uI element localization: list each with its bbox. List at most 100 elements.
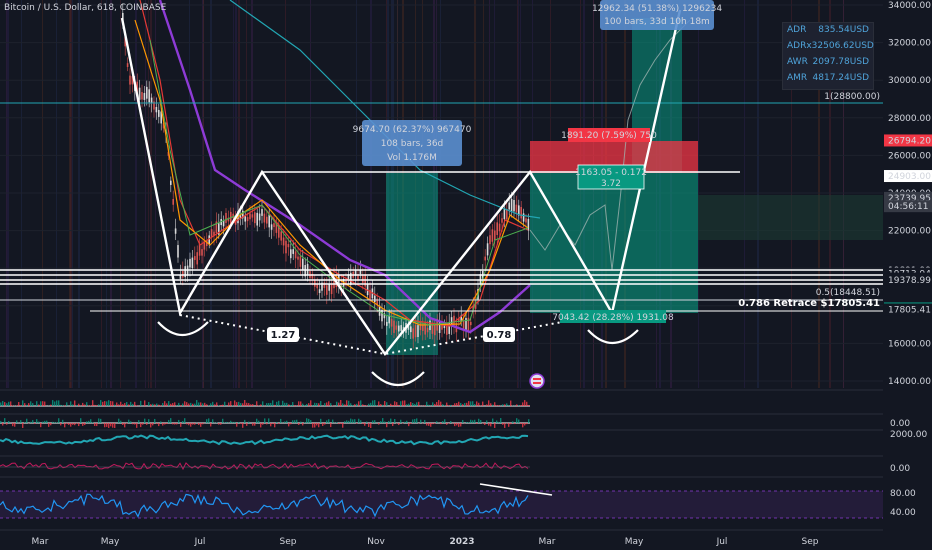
candle — [417, 325, 419, 338]
time-tick-label: May — [101, 537, 120, 547]
price-tag-label: 24903.00 — [888, 172, 931, 182]
candle — [170, 180, 172, 185]
candle — [330, 283, 333, 295]
candle — [494, 230, 496, 241]
short-position-label: 1891.20 (7.59%) 750 — [561, 128, 657, 142]
candle — [395, 325, 398, 330]
measure-box-1: 9674.70 (62.37%) 967470 108 bars, 36d Vo… — [353, 120, 472, 166]
candle — [191, 257, 194, 269]
candle — [328, 284, 330, 291]
candle — [438, 321, 441, 333]
candle — [148, 89, 150, 103]
candle — [225, 212, 227, 223]
candle — [318, 289, 321, 294]
candle — [172, 198, 174, 205]
stats-row: ADRx3 2506.62USD — [783, 39, 874, 55]
indicator-tick-label: 0.00 — [890, 419, 910, 429]
stats-value: 835.54USD — [818, 25, 869, 35]
risk-reward-label-text: 1163.05 - 0.172 — [575, 168, 647, 178]
candle — [431, 324, 434, 334]
candle — [141, 92, 143, 100]
long-position-zone — [530, 173, 698, 313]
candle — [410, 326, 412, 333]
candle — [270, 224, 273, 230]
time-tick-label: Mar — [32, 537, 49, 547]
candle — [177, 245, 179, 258]
candle — [412, 328, 414, 339]
time-tick-label: Jul — [716, 537, 728, 547]
candle — [280, 231, 282, 241]
candle — [527, 218, 530, 231]
short-position-label-text: 1891.20 (7.59%) 750 — [561, 131, 657, 141]
candle — [138, 87, 141, 100]
candle — [513, 199, 515, 212]
chart-title: Bitcoin / U.S. Dollar, 618, COINBASE — [4, 3, 167, 13]
candle — [246, 217, 249, 222]
candle — [146, 86, 148, 99]
candle — [194, 256, 196, 260]
indicator-tick-label: 40.00 — [890, 508, 916, 518]
stats-row: AMR 4817.24USD — [783, 71, 873, 87]
candle — [244, 216, 246, 222]
candle — [143, 92, 146, 100]
price-tick-label: 26000.00 — [888, 151, 931, 161]
candle — [263, 213, 266, 223]
candle — [491, 229, 494, 242]
candle — [232, 213, 234, 219]
level-0-5-label: 0.5(18448.51) — [816, 288, 880, 298]
level-28800-label: 1(28800.00) — [824, 92, 880, 102]
candle — [150, 97, 153, 103]
stats-label: AMR — [787, 73, 808, 83]
stats-label: ADRx3 — [787, 41, 818, 51]
price-tick-label: 28000.00 — [888, 114, 931, 124]
stats-value: 2097.78USD — [812, 57, 869, 67]
stats-label: ADR — [787, 25, 807, 35]
time-tick-label: Mar — [539, 537, 556, 547]
time-tick-label: May — [625, 537, 644, 547]
indicator-tick-label: 80.00 — [890, 489, 916, 499]
candle — [400, 325, 402, 332]
candle — [129, 75, 131, 85]
candle — [254, 212, 256, 224]
candle — [374, 295, 376, 303]
candle — [297, 256, 299, 260]
measure-box-1-line2: 108 bars, 36d — [381, 139, 444, 149]
candle — [282, 237, 285, 246]
candle — [520, 206, 522, 219]
candle — [470, 321, 472, 326]
price-tick-label: 34000.00 — [888, 1, 931, 11]
ratio-label-1: 1.27 — [267, 327, 299, 342]
candle — [287, 244, 290, 248]
candle — [294, 251, 297, 259]
candle — [285, 240, 287, 254]
candle — [196, 252, 198, 265]
candle — [266, 216, 268, 224]
candle — [465, 317, 467, 331]
ratio-label-1-text: 1.27 — [271, 330, 296, 341]
candle — [326, 285, 328, 295]
candle — [174, 228, 177, 234]
candle — [503, 209, 506, 220]
candle — [393, 320, 395, 333]
long-position-label-text: 7043.42 (28.28%) 1931.08 — [552, 313, 674, 323]
price-tick-label: 30000.00 — [888, 76, 931, 86]
candle — [386, 321, 388, 326]
candle — [261, 209, 263, 216]
level-0-786-label: 0.786 Retrace $17805.41 — [738, 298, 880, 309]
candle — [189, 258, 191, 268]
candle — [525, 218, 527, 223]
time-tick-label: Nov — [367, 537, 385, 547]
ratio-label-2-text: 0.78 — [487, 330, 512, 341]
candle — [158, 109, 160, 117]
candle — [249, 213, 251, 220]
measure-box-2-line1: 12962.34 (51.38%) 1296234 — [592, 4, 722, 14]
candle — [292, 249, 294, 254]
candle — [510, 198, 513, 212]
candle — [299, 256, 302, 267]
candle — [256, 212, 258, 226]
measure-box-2: 12962.34 (51.38%) 1296234 100 bars, 33d … — [592, 0, 722, 30]
flag-icon[interactable] — [529, 373, 545, 389]
indicator-tick-label: 2000.00 — [890, 430, 927, 440]
candle — [126, 63, 129, 68]
candle — [498, 223, 501, 232]
